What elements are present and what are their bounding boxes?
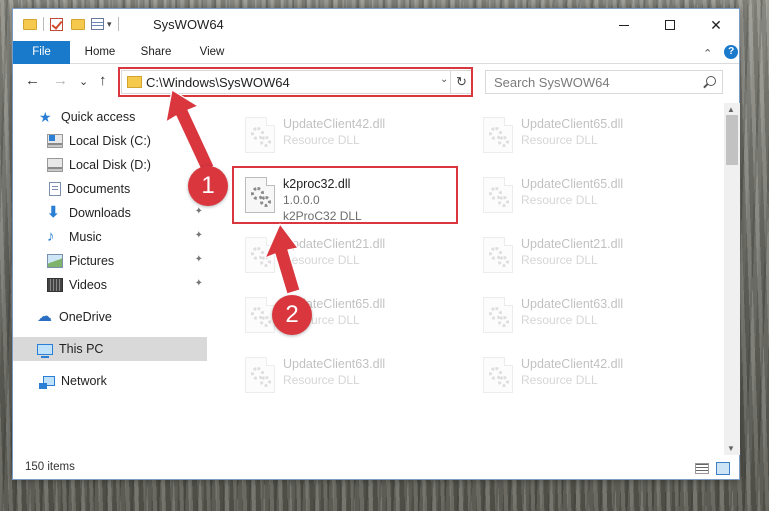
step-badge-1: 1 [188, 166, 228, 206]
arrow-to-file [264, 223, 301, 295]
annotation-arrows [165, 89, 301, 295]
arrow-to-address [165, 89, 215, 173]
step-badge-2: 2 [272, 295, 312, 335]
